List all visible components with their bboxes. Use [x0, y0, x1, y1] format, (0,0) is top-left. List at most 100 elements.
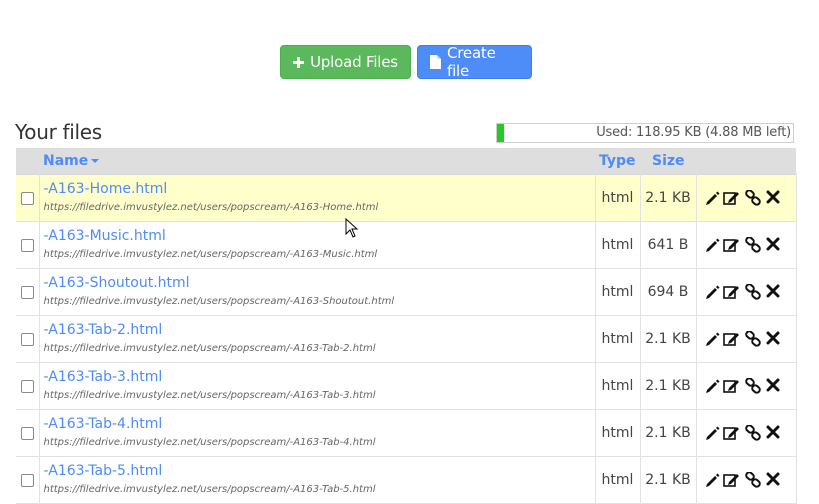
edit-icon[interactable] — [722, 425, 743, 441]
file-name-link[interactable]: -A163-Tab-2.html — [44, 321, 595, 339]
file-size-cell: 2.1 KB — [640, 456, 697, 504]
file-name-link[interactable]: -A163-Tab-5.html — [44, 462, 595, 480]
file-url: https://filedrive.imvustylez.net/users/p… — [43, 249, 378, 260]
upload-files-button[interactable]: Upload Files — [280, 45, 411, 79]
row-checkbox-cell — [16, 409, 40, 457]
mouse-cursor-icon — [345, 217, 359, 242]
pencil-icon[interactable] — [705, 378, 721, 394]
edit-icon[interactable] — [722, 472, 743, 488]
file-size-cell: 2.1 KB — [640, 362, 697, 410]
type-column-header[interactable]: Type — [595, 148, 640, 175]
row-checkbox[interactable] — [20, 238, 34, 252]
file-name-link[interactable]: -A163-Music.html — [44, 227, 595, 245]
file-actions-cell — [696, 174, 797, 222]
files-table: Name Type Size -A163-Home.html https://fi… — [16, 148, 797, 504]
file-type-cell: html — [595, 268, 641, 316]
pencil-icon[interactable] — [705, 237, 721, 253]
upload-files-label: Upload Files — [310, 53, 398, 71]
row-checkbox[interactable] — [20, 473, 34, 487]
actions-header — [696, 148, 796, 175]
delete-icon[interactable] — [766, 331, 782, 347]
delete-icon[interactable] — [766, 472, 782, 488]
table-row[interactable]: -A163-Shoutout.html https://filedrive.imv… — [16, 268, 797, 316]
files-heading: Your files — [15, 120, 102, 144]
table-row[interactable]: -A163-Tab-4.html https://filedrive.imvust… — [16, 409, 797, 457]
file-type-cell: html — [595, 456, 641, 504]
storage-usage-bar: Used: 118.95 KB (4.88 MB left) — [496, 123, 794, 143]
create-file-label: Create file — [447, 44, 496, 80]
file-size-cell: 2.1 KB — [640, 409, 697, 457]
link-icon[interactable] — [744, 378, 764, 394]
file-name-cell: -A163-Tab-5.html https://filedrive.imvust… — [39, 456, 596, 504]
name-header-label: Name — [43, 153, 89, 169]
table-row[interactable]: -A163-Music.html https://filedrive.imvust… — [16, 221, 797, 269]
file-actions-cell — [696, 456, 797, 504]
edit-icon[interactable] — [722, 190, 743, 206]
link-icon[interactable] — [744, 472, 764, 488]
table-row[interactable]: -A163-Home.html https://filedrive.imvusty… — [16, 174, 797, 222]
edit-icon[interactable] — [722, 331, 743, 347]
file-name-cell: -A163-Tab-2.html https://filedrive.imvust… — [39, 315, 596, 363]
file-size-cell: 2.1 KB — [640, 174, 697, 222]
delete-icon[interactable] — [766, 425, 782, 441]
pencil-icon[interactable] — [705, 425, 721, 441]
file-actions-cell — [696, 409, 797, 457]
file-type-cell: html — [595, 362, 641, 410]
file-url: https://filedrive.imvustylez.net/users/p… — [43, 437, 376, 448]
file-name-link[interactable]: -A163-Home.html — [44, 180, 595, 198]
file-actions-cell — [696, 268, 797, 316]
name-column-header[interactable]: Name — [39, 148, 595, 175]
delete-icon[interactable] — [766, 378, 782, 394]
link-icon[interactable] — [744, 425, 764, 441]
delete-icon[interactable] — [766, 237, 782, 253]
edit-icon[interactable] — [722, 237, 743, 253]
file-icon — [430, 55, 441, 69]
row-checkbox[interactable] — [20, 191, 34, 205]
file-url: https://filedrive.imvustylez.net/users/p… — [43, 484, 376, 495]
row-checkbox[interactable] — [20, 379, 34, 393]
link-icon[interactable] — [744, 284, 764, 300]
file-url: https://filedrive.imvustylez.net/users/p… — [43, 390, 376, 401]
table-header-row: Name Type Size — [16, 148, 796, 175]
file-type-cell: html — [595, 221, 641, 269]
file-url: https://filedrive.imvustylez.net/users/p… — [43, 202, 379, 213]
storage-usage-text: Used: 118.95 KB (4.88 MB left) — [596, 125, 791, 140]
type-header-label: Type — [599, 153, 636, 169]
size-column-header[interactable]: Size — [640, 148, 696, 175]
table-row[interactable]: -A163-Tab-2.html https://filedrive.imvust… — [16, 315, 797, 363]
file-type-cell: html — [595, 409, 641, 457]
file-name-link[interactable]: -A163-Shoutout.html — [44, 274, 595, 292]
toolbar: Upload Files Create file — [280, 44, 532, 80]
delete-icon[interactable] — [766, 284, 782, 300]
select-header — [16, 148, 39, 175]
row-checkbox-cell — [16, 221, 40, 269]
row-checkbox[interactable] — [20, 426, 34, 440]
create-file-button[interactable]: Create file — [417, 44, 532, 80]
link-icon[interactable] — [744, 190, 764, 206]
file-actions-cell — [696, 362, 797, 410]
pencil-icon[interactable] — [705, 284, 721, 300]
file-name-link[interactable]: -A163-Tab-4.html — [44, 415, 595, 433]
file-name-link[interactable]: -A163-Tab-3.html — [44, 368, 595, 386]
file-name-cell: -A163-Shoutout.html https://filedrive.imv… — [39, 268, 596, 316]
file-name-cell: -A163-Tab-3.html https://filedrive.imvust… — [39, 362, 596, 410]
row-checkbox-cell — [16, 174, 40, 222]
table-row[interactable]: -A163-Tab-3.html https://filedrive.imvust… — [16, 362, 797, 410]
pencil-icon[interactable] — [705, 190, 721, 206]
edit-icon[interactable] — [722, 284, 743, 300]
table-row[interactable]: -A163-Tab-5.html https://filedrive.imvust… — [16, 456, 797, 504]
row-checkbox-cell — [16, 315, 40, 363]
file-actions-cell — [696, 315, 797, 363]
file-name-cell: -A163-Tab-4.html https://filedrive.imvust… — [39, 409, 596, 457]
link-icon[interactable] — [744, 237, 764, 253]
file-size-cell: 641 B — [640, 221, 697, 269]
row-checkbox[interactable] — [20, 332, 34, 346]
edit-icon[interactable] — [722, 378, 743, 394]
file-url: https://filedrive.imvustylez.net/users/p… — [43, 296, 395, 307]
delete-icon[interactable] — [766, 190, 782, 206]
link-icon[interactable] — [744, 331, 764, 347]
pencil-icon[interactable] — [705, 331, 721, 347]
row-checkbox[interactable] — [20, 285, 34, 299]
pencil-icon[interactable] — [705, 472, 721, 488]
caret-down-icon — [91, 159, 100, 163]
